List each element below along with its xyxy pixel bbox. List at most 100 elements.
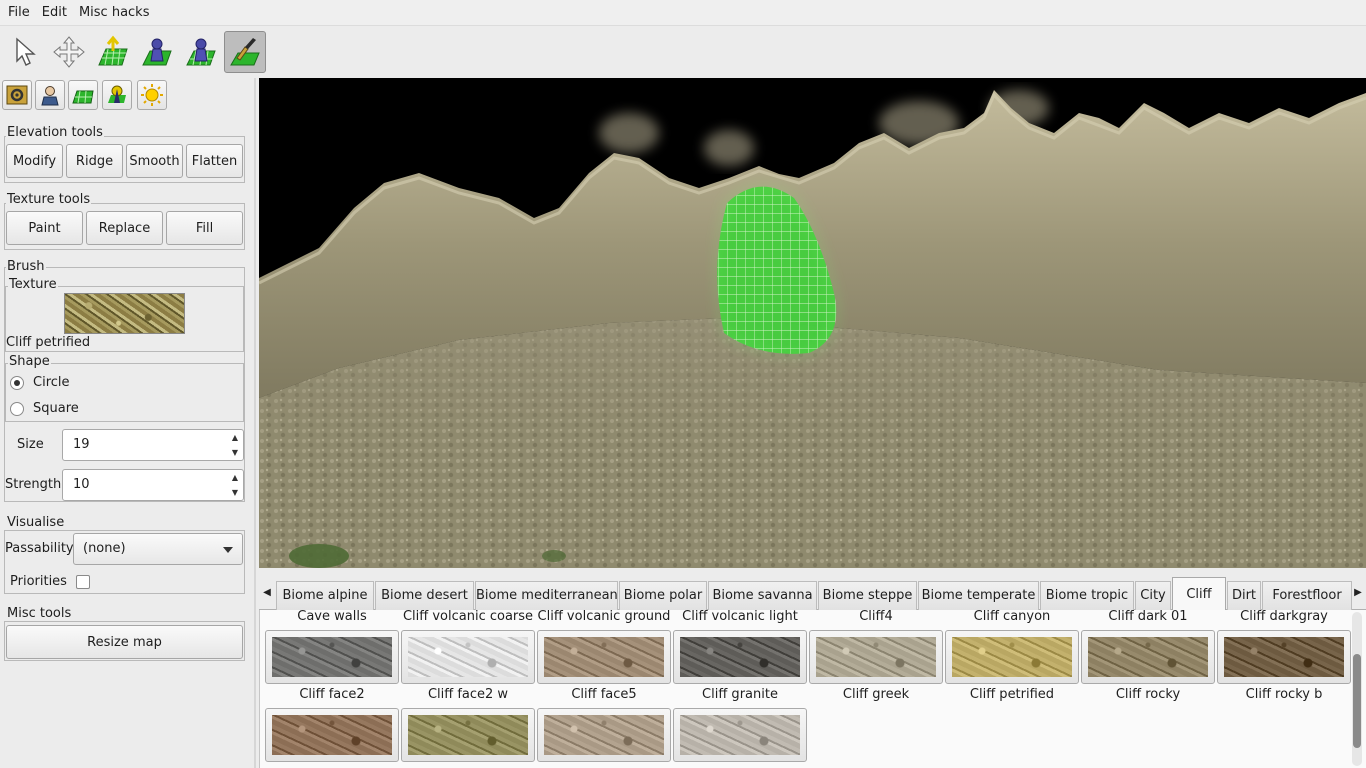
replace-button[interactable]: Replace (86, 211, 163, 245)
texture-swatch (272, 637, 392, 677)
map-settings-button[interactable] (2, 80, 32, 110)
elevation-tool-button[interactable] (92, 31, 134, 73)
strength-decrement-icon[interactable]: ▼ (229, 486, 241, 500)
texture-grid: Cave walls Cliff volcanic coarse Cliff v… (259, 610, 1366, 768)
brush-texture-name: Cliff petrified (6, 335, 91, 350)
tab-biome-savanna[interactable]: Biome savanna (708, 581, 817, 610)
texture-swatch (544, 637, 664, 677)
tab-city[interactable]: City (1135, 581, 1171, 610)
tab-biome-tropic[interactable]: Biome tropic (1040, 581, 1134, 610)
settings-icon (6, 85, 28, 105)
main-toolbar (0, 27, 1366, 77)
passability-label: Passability (5, 541, 74, 556)
texture-tile[interactable] (401, 708, 535, 762)
priorities-label: Priorities (10, 574, 67, 589)
place-entity-tool-button[interactable] (136, 31, 178, 73)
terrain-viewport[interactable] (259, 78, 1366, 568)
size-increment-icon[interactable]: ▲ (229, 431, 241, 445)
texture-tile[interactable] (265, 630, 399, 684)
texture-tile[interactable] (401, 630, 535, 684)
menu-file[interactable]: File (0, 0, 36, 26)
texture-brush-icon (230, 38, 260, 66)
texture-swatch (952, 637, 1072, 677)
paint-button[interactable]: Paint (6, 211, 83, 245)
texture-label: Cliff rocky b (1245, 687, 1323, 702)
smooth-button[interactable]: Smooth (126, 144, 183, 178)
move-tool-button[interactable] (48, 31, 90, 73)
square-radio-label: Square (33, 401, 79, 416)
menu-misc-hacks[interactable]: Misc hacks (73, 0, 156, 26)
texture-tile[interactable] (673, 630, 807, 684)
tabs-scroll-left-icon[interactable]: ◀ (259, 583, 275, 603)
texture-label: Cliff darkgray (1240, 610, 1328, 624)
circle-radio[interactable] (10, 376, 24, 390)
texture-label: Cliff volcanic light (682, 610, 798, 624)
misc-tools-title: Misc tools (6, 606, 73, 621)
object-icon (108, 85, 126, 103)
tab-biome-steppe[interactable]: Biome steppe (818, 581, 917, 610)
size-decrement-icon[interactable]: ▼ (229, 446, 241, 460)
texture-tile[interactable] (265, 708, 399, 762)
circle-radio-label: Circle (33, 375, 70, 390)
resize-map-button[interactable]: Resize map (6, 625, 243, 659)
tabs-scroll-right-icon[interactable]: ▶ (1350, 583, 1366, 603)
texture-tile[interactable] (537, 708, 671, 762)
passability-select[interactable]: (none) (73, 533, 243, 565)
modify-button[interactable]: Modify (6, 144, 63, 178)
texture-swatch (408, 637, 528, 677)
select-tool-button[interactable] (5, 31, 47, 73)
texture-swatch (680, 637, 800, 677)
texture-tile[interactable] (1217, 630, 1351, 684)
texture-swatch (544, 715, 664, 755)
texture-label: Cave walls (297, 610, 367, 624)
tab-biome-alpine[interactable]: Biome alpine (276, 581, 374, 610)
texture-swatch (1088, 637, 1208, 677)
player-settings-button[interactable] (35, 80, 65, 110)
texture-swatch (272, 715, 392, 755)
texture-tile[interactable] (945, 630, 1079, 684)
size-spinbox[interactable]: 19 ▲ ▼ (62, 429, 244, 461)
place-actor-tool-button[interactable] (180, 31, 222, 73)
tab-biome-temperate[interactable]: Biome temperate (918, 581, 1039, 610)
texture-label: Cliff volcanic coarse (402, 610, 534, 624)
size-label: Size (17, 437, 44, 452)
priorities-checkbox[interactable] (76, 575, 90, 589)
scrollbar-thumb[interactable] (1353, 654, 1361, 748)
texture-label: Cliff canyon (973, 610, 1051, 624)
tab-biome-desert[interactable]: Biome desert (375, 581, 474, 610)
tab-biome-polar[interactable]: Biome polar (619, 581, 707, 610)
texture-tools-title: Texture tools (6, 192, 92, 207)
tab-cliff[interactable]: Cliff (1172, 577, 1226, 611)
texture-tile[interactable] (1081, 630, 1215, 684)
texture-tile[interactable] (537, 630, 671, 684)
menu-edit[interactable]: Edit (36, 0, 73, 26)
texture-label: Cliff face5 (571, 687, 637, 702)
ridge-button[interactable]: Ridge (66, 144, 123, 178)
texture-tile[interactable] (809, 630, 943, 684)
texture-label: Cliff rocky (1115, 687, 1181, 702)
strength-spinbox[interactable]: 10 ▲ ▼ (62, 469, 244, 501)
elevation-icon (98, 35, 128, 66)
elevation-tools-title: Elevation tools (6, 125, 104, 140)
select-arrow-icon (16, 37, 36, 66)
square-radio[interactable] (10, 402, 24, 416)
size-value: 19 (73, 437, 90, 452)
tab-forestfloor[interactable]: Forestfloor (1262, 581, 1352, 610)
environment-button[interactable] (137, 80, 167, 110)
place-actor-icon (186, 38, 216, 66)
flatten-button[interactable]: Flatten (186, 144, 243, 178)
texture-grid-scrollbar[interactable] (1352, 612, 1362, 766)
terrain-scene (259, 78, 1366, 568)
texture-tool-button[interactable] (224, 31, 266, 73)
strength-value: 10 (73, 477, 90, 492)
fill-button[interactable]: Fill (166, 211, 243, 245)
strength-increment-icon[interactable]: ▲ (229, 471, 241, 485)
texture-tile[interactable] (673, 708, 807, 762)
tab-dirt[interactable]: Dirt (1227, 581, 1261, 610)
visualise-title: Visualise (6, 515, 66, 530)
texture-label: Cliff greek (842, 687, 910, 702)
terrain-tools-button[interactable] (68, 80, 98, 110)
sidebar-splitter[interactable] (254, 78, 256, 768)
tab-biome-mediterranean[interactable]: Biome mediterranean (475, 581, 618, 610)
object-tools-button[interactable] (102, 80, 132, 110)
